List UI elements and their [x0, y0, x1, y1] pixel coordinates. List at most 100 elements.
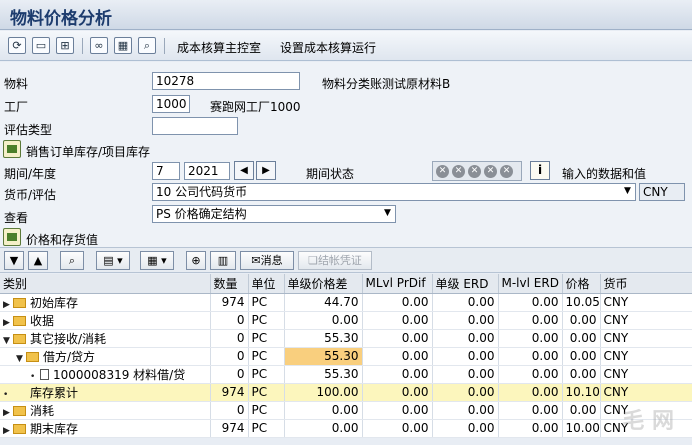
table-row[interactable]: • 库存累计 974 PC 100.00 0.00 0.00 0.00 10.10…: [0, 383, 692, 402]
status-x-icon: ✕: [436, 165, 449, 178]
currency-cell: CNY: [600, 293, 692, 312]
table-row[interactable]: ▶ 期末库存 974 PC 0.00 0.00 0.00 0.00 10.00 C…: [0, 419, 692, 438]
table-row[interactable]: ▼ 其它接收/消耗 0 PC 55.30 0.00 0.00 0.00 0.00 …: [0, 329, 692, 348]
chevron-down-icon[interactable]: ▼: [16, 354, 26, 364]
expand-icon[interactable]: ▼: [4, 251, 24, 270]
single-level-diff-cell: 55.30: [284, 365, 363, 384]
refresh-icon[interactable]: ⟳: [8, 37, 26, 54]
unit-cell: PC: [248, 347, 285, 366]
multi-level-erd-cell: 0.00: [498, 293, 563, 312]
plant-label: 工厂: [4, 100, 29, 114]
table-header: 类别 数量 单位 单级价格差 MLvl PrDif 单级 ERD M-lvl E…: [0, 274, 692, 294]
year-input[interactable]: 2021: [184, 162, 230, 180]
price-cell: 0.00: [562, 347, 601, 366]
column-header-price[interactable]: 价格: [562, 274, 601, 294]
material-input[interactable]: 10278: [152, 72, 300, 90]
currency-valuation-select[interactable]: 10 公司代码货币: [152, 183, 636, 201]
category-cell[interactable]: ▶ 期末库存: [0, 419, 211, 438]
single-level-diff-cell: 100.00: [284, 383, 363, 402]
hierarchy-icon[interactable]: ⊞: [56, 37, 74, 54]
table-row[interactable]: • 1000008319 材料借/贷 0 PC 55.30 0.00 0.00 0…: [0, 365, 692, 384]
category-cell[interactable]: • 1000008319 材料借/贷: [0, 365, 211, 384]
category-label: 库存累计: [30, 385, 79, 400]
multi-level-diff-cell: 0.00: [362, 347, 433, 366]
category-cell[interactable]: ▶ 收据: [0, 311, 211, 330]
column-header-multi-level-erd[interactable]: M-lvl ERD: [498, 274, 563, 294]
column-header-quantity[interactable]: 数量: [210, 274, 249, 294]
single-level-erd-cell: 0.00: [432, 293, 499, 312]
column-header-currency[interactable]: 货币: [600, 274, 692, 294]
column-header-multi-level-diff[interactable]: MLvl PrDif: [362, 274, 433, 294]
column-header-unit[interactable]: 单位: [248, 274, 285, 294]
category-cell[interactable]: ▼ 借方/贷方: [0, 347, 211, 366]
grid-icon[interactable]: ▦: [114, 37, 132, 54]
toolbar-separator: [164, 38, 165, 54]
table-row[interactable]: ▶ 收据 0 PC 0.00 0.00 0.00 0.00 0.00 CNY: [0, 311, 692, 330]
status-x-icon: ✕: [452, 165, 465, 178]
single-level-erd-cell: 0.00: [432, 419, 499, 438]
message-button[interactable]: ✉消息: [240, 251, 294, 270]
single-level-diff-cell[interactable]: 55.30: [284, 347, 363, 366]
category-cell[interactable]: ▶ 消耗: [0, 401, 211, 420]
title-bar: 物料价格分析: [0, 0, 692, 30]
currency-cell: CNY: [600, 383, 692, 402]
cost-cockpit-button[interactable]: 成本核算主控室: [177, 39, 261, 56]
table-row[interactable]: ▶ 初始库存 974 PC 44.70 0.00 0.00 0.00 10.05 …: [0, 293, 692, 312]
collapse-icon[interactable]: ▲: [28, 251, 48, 270]
post-button-label: 结帐凭证: [317, 254, 362, 267]
category-label: 期末库存: [30, 421, 79, 436]
chevron-right-icon[interactable]: ▶: [3, 408, 13, 418]
zoom-icon[interactable]: ⊕: [186, 251, 206, 270]
material-description: 物料分类账测试原材料B: [322, 77, 451, 91]
period-year-label: 期间/年度: [4, 167, 57, 181]
column-header-category[interactable]: 类别: [0, 274, 211, 294]
category-cell[interactable]: • 库存累计: [0, 383, 211, 402]
previous-period-button[interactable]: ◀: [234, 161, 254, 180]
find-icon[interactable]: ⌕: [60, 251, 84, 270]
quantity-cell: 974: [210, 419, 249, 438]
period-status-label: 期间状态: [306, 167, 355, 181]
multi-level-diff-cell: 0.00: [362, 383, 433, 402]
chevron-down-icon[interactable]: ▼: [3, 336, 13, 346]
glasses-icon[interactable]: ∞: [90, 37, 108, 54]
valuation-type-input[interactable]: [152, 117, 238, 135]
print-icon[interactable]: ▤ ▾: [96, 251, 130, 270]
table-row[interactable]: ▼ 借方/贷方 0 PC 55.30 0.00 0.00 0.00 0.00 CN…: [0, 347, 692, 366]
status-x-icon: ✕: [500, 165, 513, 178]
quantity-cell: 0: [210, 311, 249, 330]
search-icon[interactable]: ⌕: [138, 37, 156, 54]
set-costing-run-button[interactable]: 设置成本核算运行: [280, 39, 376, 56]
layout-icon[interactable]: ▦ ▾: [140, 251, 174, 270]
application-toolbar: ⟳ ▭ ⊞ ∞ ▦ ⌕ 成本核算主控室 设置成本核算运行: [0, 31, 692, 61]
multi-level-erd-cell: 0.00: [498, 311, 563, 330]
next-period-button[interactable]: ▶: [256, 161, 276, 180]
column-header-single-level-erd[interactable]: 单级 ERD: [432, 274, 499, 294]
category-cell[interactable]: ▶ 初始库存: [0, 293, 211, 312]
category-cell[interactable]: ▼ 其它接收/消耗: [0, 329, 211, 348]
single-level-erd-cell: 0.00: [432, 347, 499, 366]
chevron-right-icon[interactable]: ▶: [3, 426, 13, 436]
category-label: 消耗: [30, 403, 55, 418]
folder-icon[interactable]: [3, 140, 21, 158]
export-icon[interactable]: ▥: [210, 251, 236, 270]
single-level-erd-cell: 0.00: [432, 311, 499, 330]
table-row[interactable]: ▶ 消耗 0 PC 0.00 0.00 0.00 0.00 0.00 CNY: [0, 401, 692, 420]
single-level-diff-cell: 0.00: [284, 311, 363, 330]
chevron-right-icon[interactable]: ▶: [3, 318, 13, 328]
single-level-erd-cell: 0.00: [432, 401, 499, 420]
unit-cell: PC: [248, 383, 285, 402]
multi-level-erd-cell: 0.00: [498, 329, 563, 348]
info-icon[interactable]: i: [530, 161, 550, 180]
display-icon[interactable]: ▭: [32, 37, 50, 54]
single-level-diff-cell: 55.30: [284, 329, 363, 348]
price-cell: 0.00: [562, 365, 601, 384]
chevron-down-icon[interactable]: ▼: [624, 186, 631, 196]
folder-icon[interactable]: [3, 228, 21, 246]
chevron-down-icon[interactable]: ▼: [384, 208, 391, 218]
period-input[interactable]: 7: [152, 162, 180, 180]
chevron-right-icon[interactable]: ▶: [3, 300, 13, 310]
currency-code-field: CNY: [639, 183, 685, 201]
column-header-single-level-diff[interactable]: 单级价格差: [284, 274, 363, 294]
plant-input[interactable]: 1000: [152, 95, 190, 113]
view-select[interactable]: PS 价格确定结构: [152, 205, 396, 223]
